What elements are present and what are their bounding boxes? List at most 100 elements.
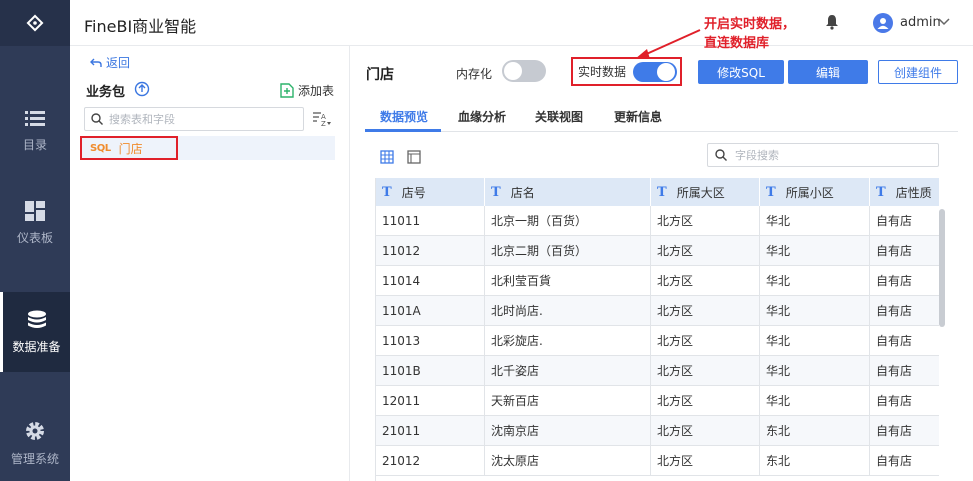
memory-toggle-knob	[504, 62, 522, 80]
back-link[interactable]: 返回	[90, 54, 130, 71]
column-header-label: 所属大区	[676, 185, 725, 200]
table-cell: 自有店	[870, 416, 939, 446]
app-logo[interactable]	[0, 0, 70, 46]
user-menu-chevron[interactable]	[938, 16, 950, 30]
nav-item-dashboard[interactable]: 仪表板	[0, 183, 70, 263]
table-row[interactable]: 11011 北京一期（百货） 北方区 华北 自有店	[376, 206, 939, 236]
column-header[interactable]: T 所属大区	[651, 178, 760, 206]
column-header-label: 店名	[510, 185, 535, 200]
table-row[interactable]: 12011 天新百店 北方区 华北 自有店	[376, 386, 939, 416]
back-arrow-icon	[90, 58, 102, 67]
column-header[interactable]: T 店名	[485, 178, 651, 206]
field-search-box[interactable]	[707, 143, 939, 167]
annotation-arrow-icon	[635, 29, 701, 59]
text-type-icon: T	[657, 184, 667, 200]
table-cell: 自有店	[870, 296, 939, 326]
nav-item-catalog[interactable]: 目录	[0, 91, 70, 171]
edit-sql-button[interactable]: 修改SQL	[698, 60, 784, 84]
list-icon	[25, 110, 45, 126]
table-row[interactable]: 21012 沈太原店 北方区 东北 自有店	[376, 446, 939, 476]
grid-view-icon[interactable]	[380, 150, 394, 164]
table-row[interactable]: 21011 沈南京店 北方区 东北 自有店	[376, 416, 939, 446]
annotation-line-1: 开启实时数据，	[704, 17, 796, 32]
text-type-icon: T	[766, 184, 776, 200]
text-type-icon: T	[491, 184, 501, 200]
table-cell: 沈太原店	[485, 446, 651, 476]
table-cell: 自有店	[870, 236, 939, 266]
table-row[interactable]: 11014 北利莹百貨 北方区 华北 自有店	[376, 266, 939, 296]
realtime-label: 实时数据	[578, 65, 627, 79]
table-cell: 北方区	[651, 206, 760, 236]
table-cell: 北方区	[651, 416, 760, 446]
table-cell: 11012	[376, 236, 485, 266]
detail-view-icon[interactable]	[407, 150, 421, 164]
table-cell: 北方区	[651, 296, 760, 326]
package-title: 业务包	[86, 85, 126, 100]
table-cell: 自有店	[870, 446, 939, 476]
realtime-toggle-knob	[657, 63, 675, 81]
create-component-button[interactable]: 创建组件	[878, 60, 958, 84]
user-icon	[877, 18, 889, 29]
tab-update-info[interactable]: 更新信息	[614, 108, 662, 125]
nav-item-admin[interactable]: 管理系统	[0, 403, 70, 481]
table-cell: 华北	[760, 266, 870, 296]
table-cell: 1101B	[376, 356, 485, 386]
package-panel: 返回 业务包 添加表 A Z SQL 门店	[70, 46, 350, 481]
table-cell: 北千姿店	[485, 356, 651, 386]
table-title: 门店	[366, 67, 394, 83]
column-header-label: 店性质	[895, 185, 932, 200]
tab-lineage[interactable]: 血缘分析	[458, 108, 506, 125]
tab-data-preview[interactable]: 数据预览	[380, 108, 428, 125]
table-cell: 华北	[760, 296, 870, 326]
table-cell: 北京二期（百货）	[485, 236, 651, 266]
tab-relation-view[interactable]: 关联视图	[535, 108, 583, 125]
table-cell: 北利莹百貨	[485, 266, 651, 296]
table-cell: 自有店	[870, 266, 939, 296]
table-cell: 北彩旋店.	[485, 326, 651, 356]
top-bar: FineBI商业智能 admin	[70, 0, 973, 46]
column-header[interactable]: T 店性质	[870, 178, 939, 206]
table-cell: 华北	[760, 386, 870, 416]
table-row[interactable]: 1101A 北时尚店. 北方区 华北 自有店	[376, 296, 939, 326]
text-type-icon: T	[876, 184, 886, 200]
back-label: 返回	[106, 56, 131, 70]
table-cell: 华北	[760, 236, 870, 266]
table-row[interactable]: 11013 北彩旋店. 北方区 华北 自有店	[376, 326, 939, 356]
realtime-toggle[interactable]	[633, 62, 677, 82]
add-file-icon	[280, 83, 294, 98]
add-table-label: 添加表	[298, 84, 335, 98]
nav-label-dashboard: 仪表板	[16, 230, 53, 245]
column-header-label: 店号	[401, 185, 426, 200]
annotation-line-2: 直连数据库	[704, 36, 770, 51]
grid-scrollbar[interactable]	[939, 209, 945, 327]
table-cell: 东北	[760, 416, 870, 446]
field-search-input[interactable]	[735, 148, 925, 162]
user-name[interactable]: admin	[900, 15, 941, 30]
add-table-button[interactable]: 添加表	[280, 82, 334, 99]
table-cell: 12011	[376, 386, 485, 416]
nav-item-data-prep[interactable]: 数据准备	[0, 292, 70, 372]
nav-label-admin: 管理系统	[10, 451, 59, 466]
column-header[interactable]: T 所属小区	[760, 178, 870, 206]
table-cell: 自有店	[870, 356, 939, 386]
table-search-box[interactable]	[84, 107, 304, 131]
grid-rows: 11011 北京一期（百货） 北方区 华北 自有店 11012 北京二期（百货） 北方区 华北自…	[376, 206, 939, 476]
avatar[interactable]	[873, 13, 893, 33]
table-cell: 自有店	[870, 206, 939, 236]
table-cell: 北京一期（百货）	[485, 206, 651, 236]
table-row[interactable]: 11012 北京二期（百货） 北方区 华北 自有店	[376, 236, 939, 266]
table-cell: 自有店	[870, 326, 939, 356]
column-header[interactable]: T 店号	[376, 178, 485, 206]
sort-button[interactable]: A Z	[312, 110, 332, 131]
table-cell: 北方区	[651, 446, 760, 476]
table-search-input[interactable]	[109, 112, 289, 126]
app-title: FineBI商业智能	[84, 17, 197, 36]
table-row[interactable]: 1101B 北千姿店 北方区 华北 自有店	[376, 356, 939, 386]
memory-toggle[interactable]	[502, 60, 546, 82]
notification-bell[interactable]	[825, 14, 839, 33]
table-cell: 11011	[376, 206, 485, 236]
package-update-button[interactable]	[134, 81, 150, 100]
sort-icon: A Z	[313, 112, 331, 128]
table-cell: 北方区	[651, 386, 760, 416]
edit-button[interactable]: 编辑	[788, 60, 868, 84]
